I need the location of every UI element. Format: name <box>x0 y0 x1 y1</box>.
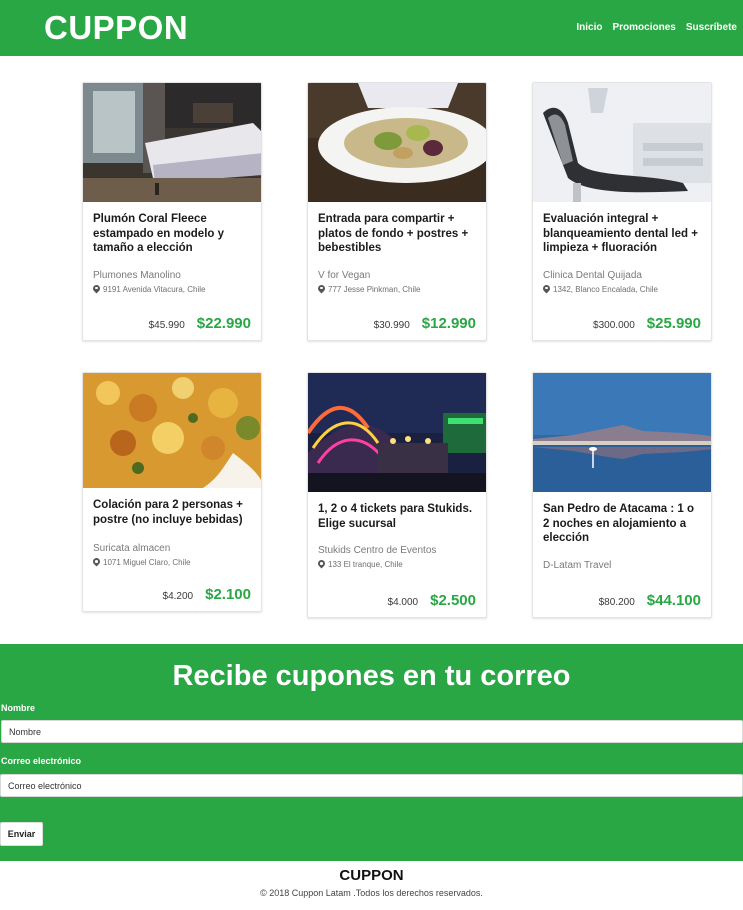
top-navbar: CUPPON Inicio Promociones Suscríbete <box>0 0 743 56</box>
deal-body: Plumón Coral Fleece estampado en modelo … <box>83 202 261 294</box>
deal-address-text: 1342, Blanco Encalada, Chile <box>553 284 658 294</box>
deal-old-price: $300.000 <box>593 320 635 331</box>
deal-card[interactable]: Entrada para compartir + platos de fondo… <box>307 82 487 341</box>
deal-old-price: $80.200 <box>598 597 635 608</box>
subscribe-section: Recibe cupones en tu correo Nombre Corre… <box>0 644 743 861</box>
deal-address: 133 El tranque, Chile <box>318 560 476 569</box>
deal-title[interactable]: Evaluación integral + blanqueamiento den… <box>543 212 701 256</box>
location-pin-icon <box>318 560 325 569</box>
location-pin-icon <box>318 285 325 294</box>
email-input[interactable] <box>0 774 743 797</box>
deal-address-text: 777 Jesse Pinkman, Chile <box>328 284 421 294</box>
subscribe-title: Recibe cupones en tu correo <box>172 660 571 692</box>
main-nav: Inicio Promociones Suscríbete <box>576 22 737 33</box>
nav-link-promociones[interactable]: Promociones <box>613 22 676 33</box>
deal-title[interactable]: Plumón Coral Fleece estampado en modelo … <box>93 212 251 256</box>
deal-old-price: $30.990 <box>373 320 410 331</box>
deal-old-price: $45.990 <box>148 320 185 331</box>
deal-body: Entrada para compartir + platos de fondo… <box>308 202 486 294</box>
deal-title[interactable]: 1, 2 o 4 tickets para Stukids. Elige suc… <box>318 502 476 531</box>
deal-old-price: $4.200 <box>162 591 194 602</box>
deal-body: Colación para 2 personas + postre (no in… <box>83 488 261 567</box>
deal-new-price: $44.100 <box>646 592 701 609</box>
deal-image-bedroom[interactable] <box>83 83 261 202</box>
deal-new-price: $22.990 <box>196 315 251 332</box>
deal-card[interactable]: Evaluación integral + blanqueamiento den… <box>532 82 712 341</box>
footer-brand[interactable]: CUPPON <box>0 867 743 884</box>
nav-link-suscribete[interactable]: Suscríbete <box>686 22 737 33</box>
deal-card[interactable]: Plumón Coral Fleece estampado en modelo … <box>82 82 262 341</box>
deal-address: 9191 Avenida Vitacura, Chile <box>93 285 251 294</box>
deal-image-fair-lights[interactable] <box>308 373 486 492</box>
email-label: Correo electrónico <box>1 756 82 766</box>
deal-card[interactable]: 1, 2 o 4 tickets para Stukids. Elige suc… <box>307 372 487 618</box>
deal-body: Evaluación integral + blanqueamiento den… <box>533 202 711 294</box>
submit-button[interactable]: Enviar <box>0 822 43 846</box>
deal-body: 1, 2 o 4 tickets para Stukids. Elige suc… <box>308 492 486 569</box>
name-input[interactable] <box>1 720 743 743</box>
deal-new-price: $25.990 <box>646 315 701 332</box>
name-label: Nombre <box>1 703 36 713</box>
deal-prices: $80.200 $44.100 <box>599 592 701 609</box>
deal-merchant: Clinica Dental Quijada <box>543 269 642 281</box>
deal-merchant: Suricata almacen <box>93 543 171 554</box>
deal-image-stew[interactable] <box>83 373 261 488</box>
deal-title[interactable]: San Pedro de Atacama : 1 o 2 noches en a… <box>543 502 701 546</box>
deal-prices: $45.990 $22.990 <box>149 315 251 332</box>
deal-address-text: 133 El tranque, Chile <box>328 560 403 569</box>
deal-prices: $30.990 $12.990 <box>374 315 476 332</box>
deal-prices: $4.000 $2.500 <box>388 592 476 609</box>
deal-address: 1071 Miguel Claro, Chile <box>93 558 251 567</box>
deal-address-text: 9191 Avenida Vitacura, Chile <box>103 284 206 294</box>
deal-prices: $300.000 $25.990 <box>593 315 701 332</box>
deal-title[interactable]: Entrada para compartir + platos de fondo… <box>318 212 476 256</box>
deal-old-price: $4.000 <box>387 597 419 608</box>
location-pin-icon <box>93 558 100 567</box>
deal-body: San Pedro de Atacama : 1 o 2 noches en a… <box>533 492 711 571</box>
deal-merchant: V for Vegan <box>318 269 371 281</box>
deal-image-dental-chair[interactable] <box>533 83 711 202</box>
deal-merchant: Stukids Centro de Eventos <box>318 545 437 556</box>
deal-address-text: 1071 Miguel Claro, Chile <box>103 558 191 567</box>
deal-merchant: D-Latam Travel <box>543 559 612 571</box>
nav-link-inicio[interactable]: Inicio <box>576 22 602 33</box>
footer-copyright: © 2018 Cuppon Latam .Todos los derechos … <box>260 888 483 898</box>
deal-title[interactable]: Colación para 2 personas + postre (no in… <box>93 498 251 527</box>
deal-new-price: $2.100 <box>205 586 251 603</box>
deal-card[interactable]: Colación para 2 personas + postre (no in… <box>82 372 262 612</box>
deal-address: 777 Jesse Pinkman, Chile <box>318 285 476 294</box>
deal-merchant: Plumones Manolino <box>93 269 181 281</box>
deal-new-price: $12.990 <box>421 315 476 332</box>
deal-image-salt-lake[interactable] <box>533 373 711 492</box>
brand-logo[interactable]: CUPPON <box>44 9 188 47</box>
location-pin-icon <box>93 285 100 294</box>
deal-image-salad-plate[interactable] <box>308 83 486 202</box>
deal-address: 1342, Blanco Encalada, Chile <box>543 285 701 294</box>
deal-new-price: $2.500 <box>430 592 476 609</box>
location-pin-icon <box>543 285 550 294</box>
deal-card[interactable]: San Pedro de Atacama : 1 o 2 noches en a… <box>532 372 712 618</box>
deal-prices: $4.200 $2.100 <box>163 586 251 603</box>
